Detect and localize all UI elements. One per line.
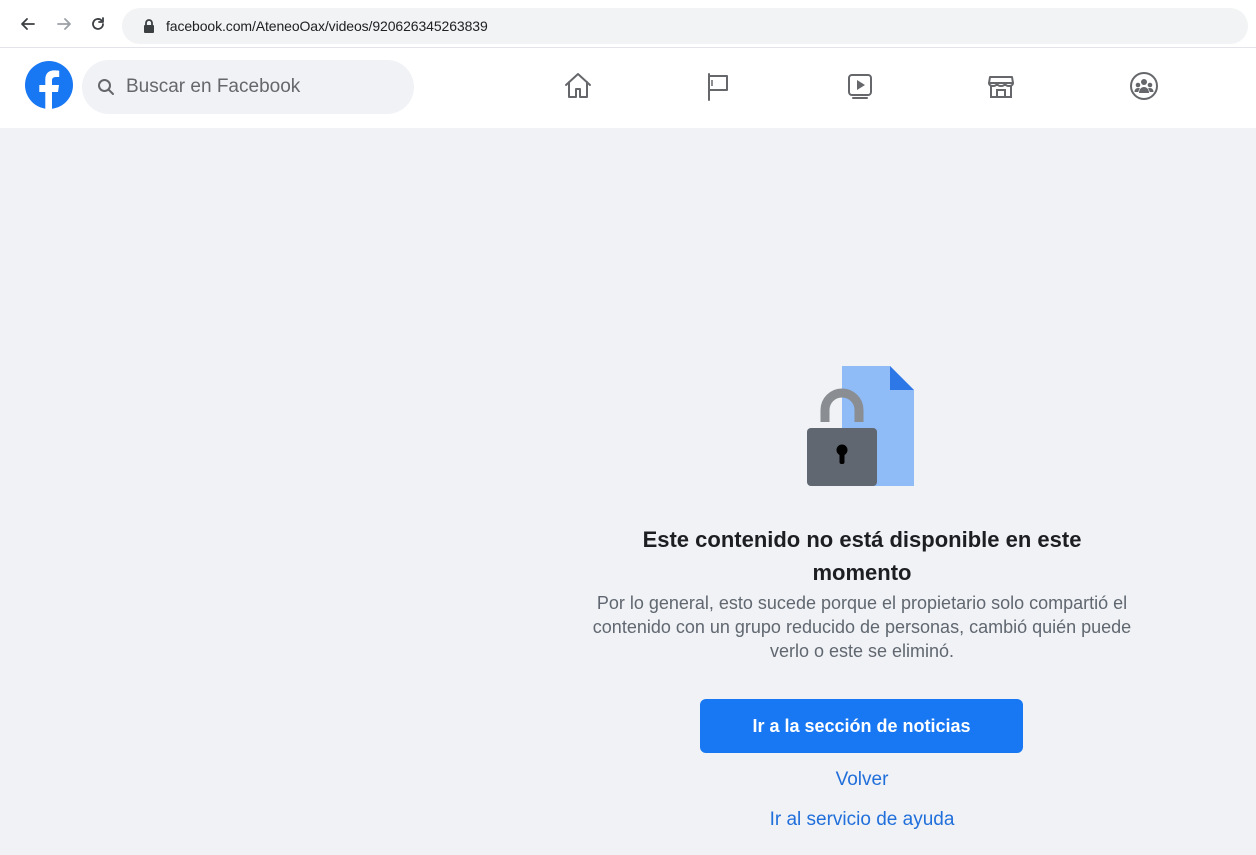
facebook-header bbox=[0, 48, 1256, 128]
help-center-link[interactable]: Ir al servicio de ayuda bbox=[600, 809, 1124, 831]
tab-home[interactable] bbox=[540, 58, 616, 114]
back-button[interactable] bbox=[16, 12, 40, 36]
back-link[interactable]: Volver bbox=[600, 769, 1124, 791]
flag-icon bbox=[708, 73, 728, 101]
tab-pages[interactable] bbox=[680, 58, 756, 114]
tab-groups[interactable] bbox=[1106, 58, 1182, 114]
groups-icon bbox=[1130, 72, 1158, 100]
go-to-news-feed-button[interactable]: Ir a la sección de noticias bbox=[700, 699, 1023, 753]
error-title: Este contenido no está disponible en est… bbox=[642, 527, 1082, 585]
tab-marketplace[interactable] bbox=[963, 58, 1039, 114]
tab-watch[interactable] bbox=[822, 58, 898, 114]
facebook-logo-icon[interactable] bbox=[24, 60, 74, 110]
reload-button[interactable] bbox=[86, 12, 110, 36]
browser-toolbar: facebook.com/AteneoOax/videos/9206263452… bbox=[0, 0, 1256, 48]
arrow-left-icon bbox=[21, 18, 35, 30]
search-box[interactable] bbox=[82, 60, 414, 114]
watch-video-icon bbox=[848, 74, 872, 99]
home-icon bbox=[565, 73, 591, 98]
reload-icon bbox=[92, 17, 104, 30]
locked-document-icon bbox=[800, 362, 920, 492]
arrow-right-icon bbox=[57, 18, 71, 30]
lock-icon bbox=[142, 18, 156, 34]
address-bar[interactable]: facebook.com/AteneoOax/videos/9206263452… bbox=[122, 8, 1248, 44]
search-icon bbox=[96, 77, 116, 97]
main-content bbox=[0, 128, 1256, 855]
forward-button[interactable] bbox=[52, 12, 76, 36]
error-description: Por lo general, esto sucede porque el pr… bbox=[592, 593, 1132, 661]
search-input[interactable] bbox=[124, 75, 398, 99]
url-text: facebook.com/AteneoOax/videos/9206263452… bbox=[166, 18, 488, 34]
marketplace-icon bbox=[988, 76, 1014, 98]
